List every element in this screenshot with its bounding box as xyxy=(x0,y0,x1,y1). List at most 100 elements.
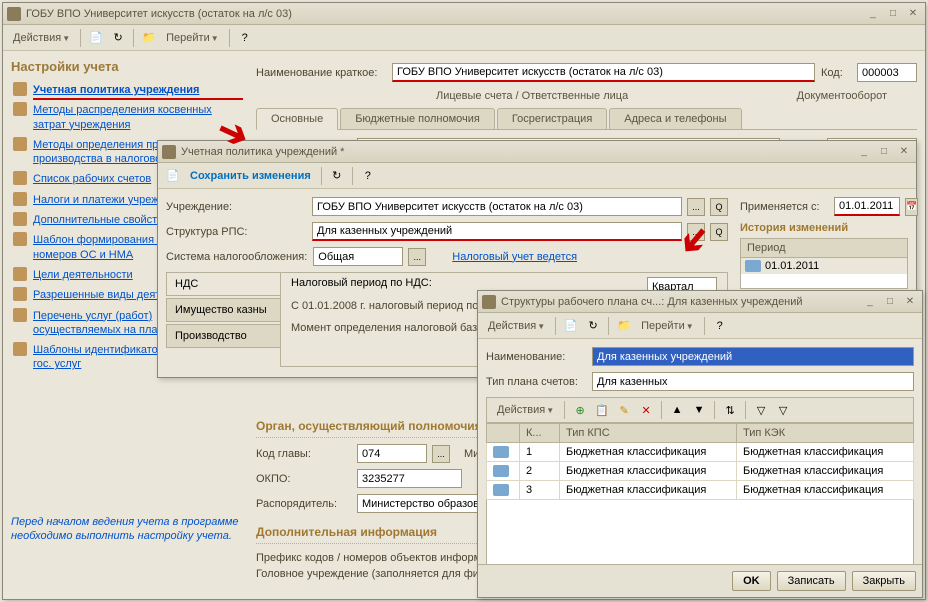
wave-icon xyxy=(745,260,761,272)
chapter-select-icon[interactable]: ... xyxy=(432,445,450,463)
policy-app-icon xyxy=(162,145,176,159)
tab-addr[interactable]: Адреса и телефоны xyxy=(609,108,741,129)
rps-maximize-icon[interactable]: □ xyxy=(882,295,898,309)
table-row[interactable]: 1Бюджетная классификацияБюджетная класси… xyxy=(487,443,914,462)
rps-folder-icon[interactable]: 📁 xyxy=(615,317,633,335)
taxsys-label: Система налогообложения: xyxy=(166,251,307,263)
inst-open-icon[interactable]: Q xyxy=(710,198,728,216)
rps-name-input[interactable] xyxy=(592,347,914,366)
close-icon[interactable]: ✕ xyxy=(905,7,921,21)
taxsys-select-icon[interactable]: ... xyxy=(408,248,426,266)
rps-table: К... Тип КПС Тип КЭК 1Бюджетная классифи… xyxy=(486,423,914,500)
move-down-icon[interactable]: ▼ xyxy=(690,401,708,419)
history-row[interactable]: 01.01.2011 xyxy=(741,258,907,274)
policy-toolbar: 📄 Сохранить изменения ↻ ? xyxy=(158,163,916,189)
rps-actions-menu[interactable]: Действия▼ xyxy=(484,318,549,334)
copy-icon[interactable]: 📋 xyxy=(593,401,611,419)
save-icon[interactable]: 📄 xyxy=(87,29,105,47)
tax-link[interactable]: Налоговый учет ведется xyxy=(452,251,577,263)
chapter-input[interactable] xyxy=(357,444,427,463)
rps-plan-label: Тип плана счетов: xyxy=(486,376,586,388)
rps-minimize-icon[interactable]: _ xyxy=(862,295,878,309)
filter-off-icon[interactable]: ▽ xyxy=(774,401,792,419)
rps-titlebar: Структуры рабочего плана сч...: Для казе… xyxy=(478,291,922,313)
rps-plan-input[interactable] xyxy=(592,372,914,391)
close-button[interactable]: Закрыть xyxy=(852,571,916,591)
goto-menu[interactable]: Перейти▼ xyxy=(162,30,223,46)
sort-icon[interactable]: ⇅ xyxy=(721,401,739,419)
rps-help-icon[interactable]: ? xyxy=(711,317,729,335)
wave-icon xyxy=(493,446,509,458)
main-toolbar: Действия▼ 📄 ↻ 📁 Перейти▼ ? xyxy=(3,25,925,51)
rps-title: Структуры рабочего плана сч...: Для казе… xyxy=(501,296,862,308)
sidebar-note: Перед началом ведения учета в программе … xyxy=(11,515,243,544)
grid-actions-menu[interactable]: Действия▼ xyxy=(493,402,558,418)
vtab-vat[interactable]: НДС xyxy=(166,272,281,296)
name-short-input[interactable] xyxy=(392,63,815,82)
policy-save-icon[interactable]: 📄 xyxy=(164,167,182,185)
sidebar-link-methods-indirect[interactable]: Методы распределения косвенных затрат уч… xyxy=(11,100,243,135)
app-icon xyxy=(7,7,21,21)
rps-label: Структура РПС: xyxy=(166,226,306,238)
acc-tab-header: Лицевые счета / Ответственные лица xyxy=(436,90,628,102)
main-titlebar: ГОБУ ВПО Университет искусств (остаток н… xyxy=(3,3,925,25)
delete-icon[interactable]: ✕ xyxy=(637,401,655,419)
rps-window: Структуры рабочего плана сч...: Для казе… xyxy=(477,290,923,598)
policy-help-icon[interactable]: ? xyxy=(359,167,377,185)
col-kek[interactable]: Тип КЭК xyxy=(737,424,914,443)
rps-close-icon[interactable]: ✕ xyxy=(902,295,918,309)
chapter-label: Код главы: xyxy=(256,448,351,460)
rps-input[interactable] xyxy=(312,222,682,241)
policy-maximize-icon[interactable]: □ xyxy=(876,145,892,159)
code-label: Код: xyxy=(821,67,851,79)
vat-period-label: Налоговый период по НДС: xyxy=(291,277,432,296)
folder-icon[interactable]: 📁 xyxy=(140,29,158,47)
help-icon[interactable]: ? xyxy=(236,29,254,47)
inst-label: Учреждение: xyxy=(166,201,306,213)
calendar-icon[interactable]: 📅 xyxy=(905,198,918,216)
policy-close-icon[interactable]: ✕ xyxy=(896,145,912,159)
applies-input[interactable] xyxy=(834,197,900,216)
vtab-production[interactable]: Производство xyxy=(166,324,281,348)
disposer-label: Распорядитель: xyxy=(256,498,351,510)
code-input[interactable] xyxy=(857,63,917,82)
applies-label: Применяется с: xyxy=(740,201,828,213)
rps-refresh-icon[interactable]: ↻ xyxy=(584,317,602,335)
rps-goto-menu[interactable]: Перейти▼ xyxy=(637,318,698,334)
okpo-input[interactable] xyxy=(357,469,462,488)
sidebar-link-policy[interactable]: Учетная политика учреждения xyxy=(11,80,243,100)
docflow-label: Документооборот xyxy=(797,90,887,102)
filter-icon[interactable]: ▽ xyxy=(752,401,770,419)
rps-name-label: Наименование: xyxy=(486,351,586,363)
move-up-icon[interactable]: ▲ xyxy=(668,401,686,419)
table-row[interactable]: 2Бюджетная классификацияБюджетная класси… xyxy=(487,462,914,481)
period-col-header: Период xyxy=(741,239,907,258)
minimize-icon[interactable]: _ xyxy=(865,7,881,21)
save-button[interactable]: Записать xyxy=(777,571,846,591)
tab-reg[interactable]: Госрегистрация xyxy=(497,108,607,129)
wave-icon xyxy=(493,465,509,477)
okpo-label: ОКПО: xyxy=(256,473,351,485)
add-icon[interactable]: ⊕ xyxy=(571,401,589,419)
rps-save-icon[interactable]: 📄 xyxy=(562,317,580,335)
taxsys-input[interactable] xyxy=(313,247,403,266)
table-row[interactable]: 3Бюджетная классификацияБюджетная класси… xyxy=(487,481,914,500)
save-changes-button[interactable]: Сохранить изменения xyxy=(186,168,315,184)
col-k[interactable]: К... xyxy=(520,424,560,443)
policy-minimize-icon[interactable]: _ xyxy=(856,145,872,159)
ok-button[interactable]: OK xyxy=(732,571,771,591)
tab-main[interactable]: Основные xyxy=(256,108,338,130)
vtab-treasury[interactable]: Имущество казны xyxy=(166,298,281,322)
inst-select-icon[interactable]: ... xyxy=(687,198,705,216)
edit-icon[interactable]: ✎ xyxy=(615,401,633,419)
policy-refresh-icon[interactable]: ↻ xyxy=(328,167,346,185)
tab-budget[interactable]: Бюджетные полномочия xyxy=(340,108,495,129)
inst-input[interactable] xyxy=(312,197,682,216)
col-kps[interactable]: Тип КПС xyxy=(560,424,737,443)
period-value: 01.01.2011 xyxy=(765,260,819,272)
refresh-icon[interactable]: ↻ xyxy=(109,29,127,47)
name-short-label: Наименование краткое: xyxy=(256,67,386,79)
policy-titlebar: Учетная политика учреждений * _ □ ✕ xyxy=(158,141,916,163)
maximize-icon[interactable]: □ xyxy=(885,7,901,21)
actions-menu[interactable]: Действия▼ xyxy=(9,30,74,46)
